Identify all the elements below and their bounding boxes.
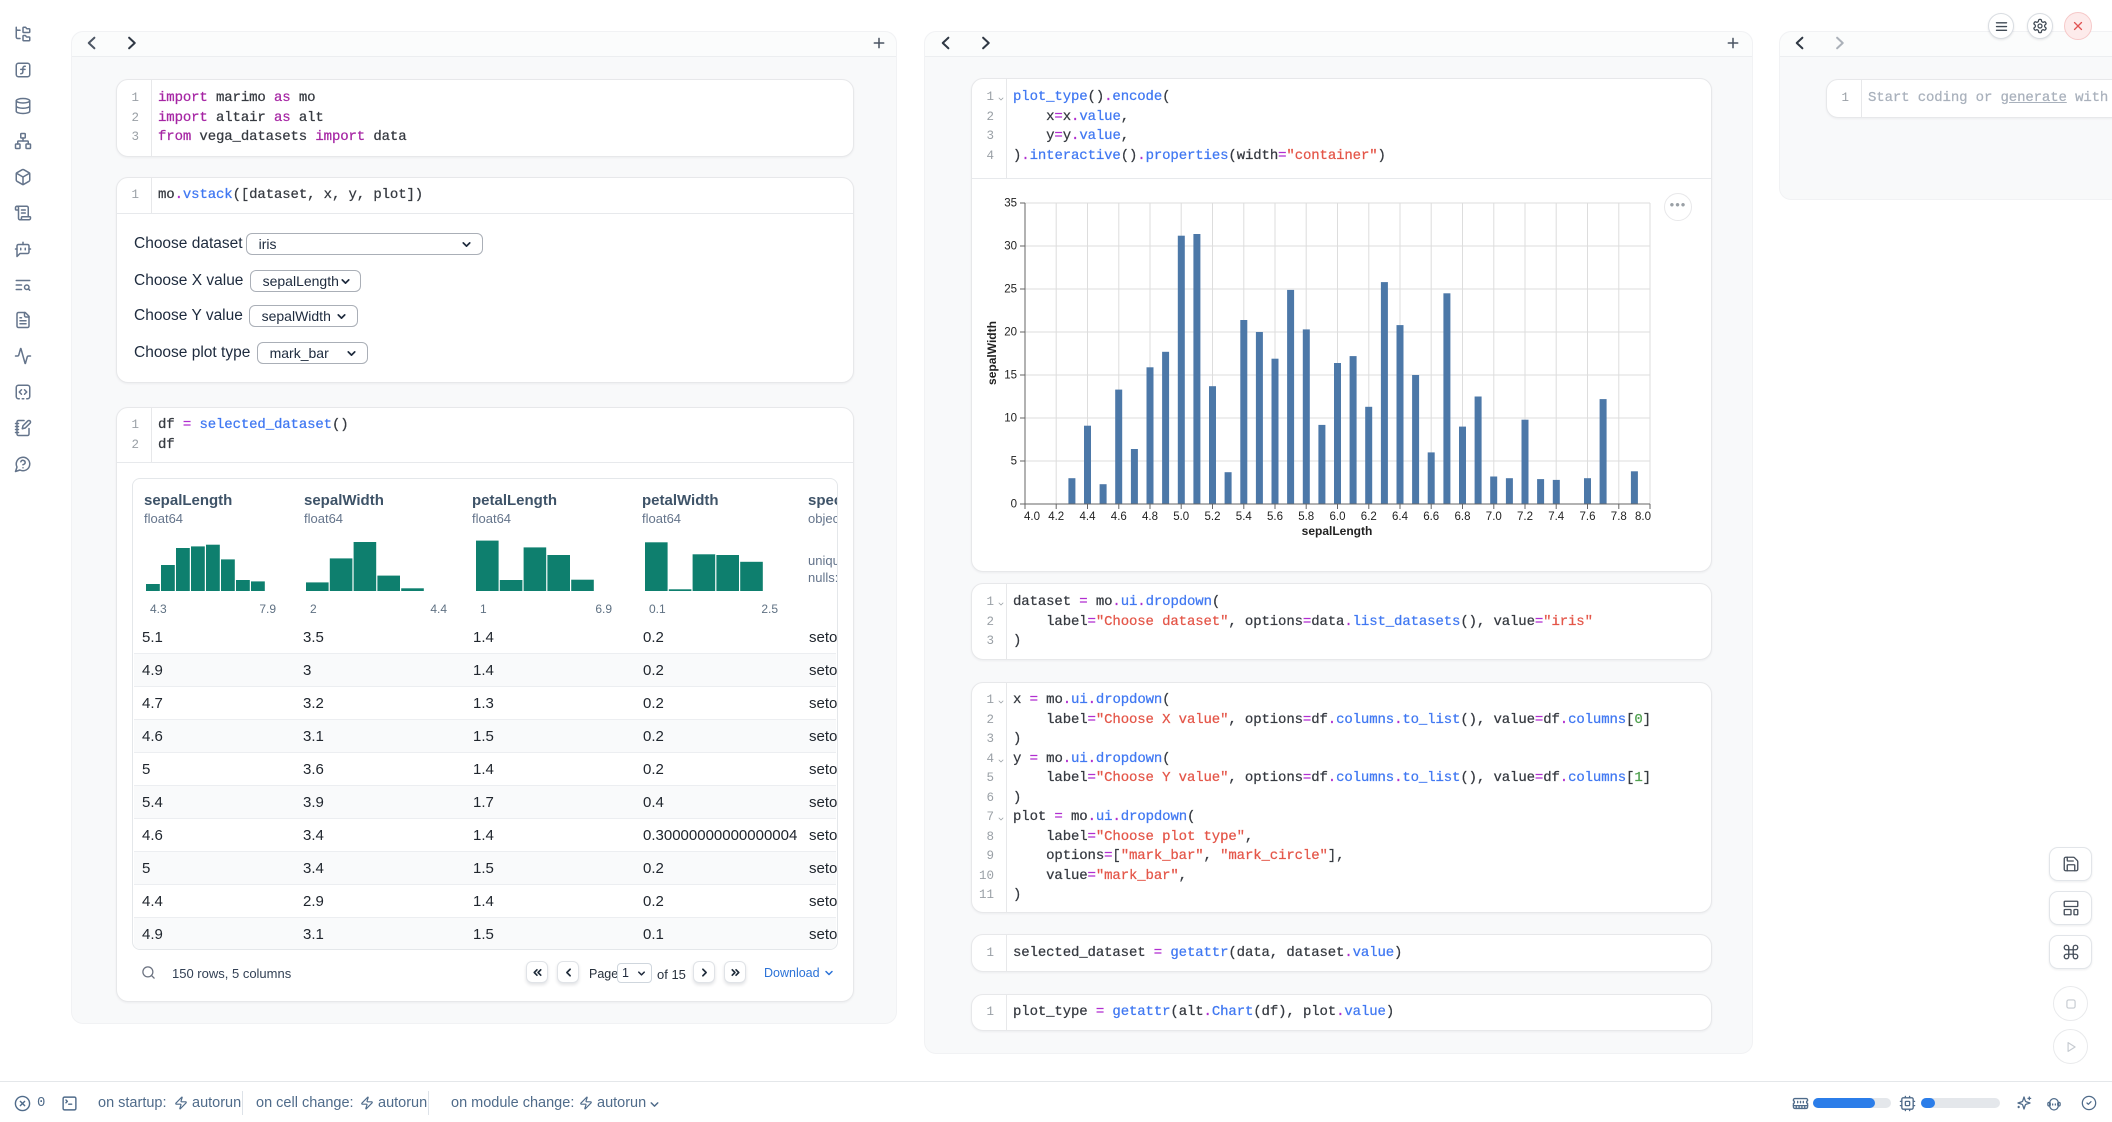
svg-text:35: 35 bbox=[1004, 198, 1017, 210]
svg-text:5: 5 bbox=[1011, 456, 1017, 468]
svg-text:8.0: 8.0 bbox=[1635, 511, 1651, 523]
svg-text:6.8: 6.8 bbox=[1455, 511, 1471, 523]
svg-text:sepalWidth: sepalWidth bbox=[985, 321, 999, 385]
svg-text:7.6: 7.6 bbox=[1580, 511, 1596, 523]
svg-text:4.4: 4.4 bbox=[1080, 511, 1097, 523]
svg-text:4.6: 4.6 bbox=[1111, 511, 1127, 523]
svg-text:7.2: 7.2 bbox=[1517, 511, 1533, 523]
svg-text:4.2: 4.2 bbox=[1048, 511, 1064, 523]
svg-text:6.0: 6.0 bbox=[1330, 511, 1346, 523]
svg-text:7.8: 7.8 bbox=[1611, 511, 1627, 523]
svg-text:6.2: 6.2 bbox=[1361, 511, 1377, 523]
svg-text:5.6: 5.6 bbox=[1267, 511, 1283, 523]
svg-text:4.8: 4.8 bbox=[1142, 511, 1158, 523]
svg-text:25: 25 bbox=[1004, 284, 1017, 296]
svg-text:6.6: 6.6 bbox=[1423, 511, 1439, 523]
svg-text:5.8: 5.8 bbox=[1298, 511, 1314, 523]
svg-text:5.4: 5.4 bbox=[1236, 511, 1253, 523]
svg-text:30: 30 bbox=[1004, 241, 1017, 253]
svg-text:sepalLength: sepalLength bbox=[1302, 524, 1373, 538]
svg-text:5.0: 5.0 bbox=[1173, 511, 1189, 523]
svg-text:4.0: 4.0 bbox=[1024, 511, 1040, 523]
svg-text:15: 15 bbox=[1004, 370, 1017, 382]
svg-text:5.2: 5.2 bbox=[1205, 511, 1221, 523]
svg-text:20: 20 bbox=[1004, 327, 1017, 339]
svg-text:10: 10 bbox=[1004, 413, 1017, 425]
svg-text:7.4: 7.4 bbox=[1548, 511, 1565, 523]
svg-text:0: 0 bbox=[1011, 499, 1017, 511]
svg-text:6.4: 6.4 bbox=[1392, 511, 1409, 523]
svg-text:7.0: 7.0 bbox=[1486, 511, 1502, 523]
